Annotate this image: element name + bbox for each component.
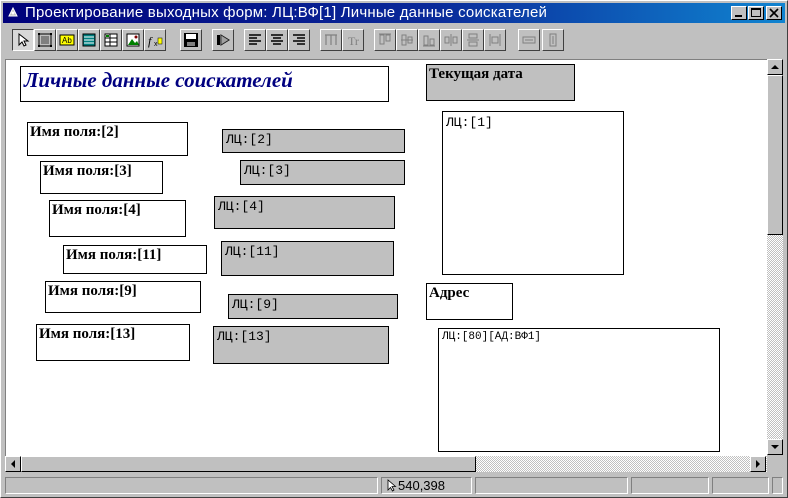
vertical-scroll-thumb[interactable] (767, 75, 783, 235)
arrow-down-icon (771, 445, 779, 449)
status-panel-4 (631, 477, 709, 494)
format-button[interactable] (320, 29, 342, 51)
frame-tool-button[interactable] (34, 29, 56, 51)
save-button[interactable] (180, 29, 202, 51)
align-center-button[interactable] (266, 29, 288, 51)
field-value-4[interactable]: ЛЦ:[4] (214, 196, 395, 229)
arrow-left-icon (11, 460, 15, 468)
window-title: Проектирование выходных форм: ЛЦ:ВФ[1] Л… (25, 4, 548, 21)
maximize-icon (751, 8, 761, 17)
formula-icon: fx (148, 34, 163, 48)
next-button[interactable] (212, 29, 234, 51)
scroll-right-button[interactable] (750, 456, 766, 472)
next-icon (217, 34, 230, 46)
pointer-icon (18, 32, 30, 47)
table-icon (104, 33, 118, 47)
minimize-icon (735, 15, 742, 17)
align-bottom-button[interactable] (418, 29, 440, 51)
formula-tool-button[interactable]: fx (144, 29, 166, 51)
label-icon: Ab (59, 34, 75, 46)
field-value-9[interactable]: ЛЦ:[9] (228, 294, 398, 319)
status-panel-main (5, 477, 378, 494)
horizontal-scrollbar[interactable] (5, 456, 767, 472)
equal-space-button[interactable] (484, 29, 506, 51)
distribute-v-button[interactable] (462, 29, 484, 51)
text-disabled-icon: Tr (348, 34, 359, 48)
align-right-icon (293, 34, 305, 45)
svg-text:Ab: Ab (62, 36, 72, 45)
equal-space-disabled-icon (489, 34, 501, 46)
photo-field[interactable]: ЛЦ:[1] (442, 111, 624, 275)
close-button[interactable] (766, 6, 782, 20)
title-bar[interactable]: Проектирование выходных форм: ЛЦ:ВФ[1] Л… (3, 3, 785, 23)
field-value-13[interactable]: ЛЦ:[13] (213, 326, 389, 364)
status-panel-3 (475, 477, 628, 494)
svg-text:f: f (148, 34, 153, 48)
list-icon (82, 33, 96, 47)
format-disabled-icon (325, 34, 337, 45)
svg-text:x: x (154, 41, 158, 48)
pointer-tool-button[interactable] (12, 29, 34, 51)
status-bar: 540,398 (3, 475, 785, 496)
same-width-disabled-icon (522, 36, 536, 44)
app-icon (8, 6, 18, 17)
arrow-up-icon (771, 65, 779, 69)
field-value-2[interactable]: ЛЦ:[2] (222, 129, 405, 153)
field-value-3[interactable]: ЛЦ:[3] (240, 160, 405, 185)
label-tool-button[interactable]: Ab (56, 29, 78, 51)
vertical-scrollbar[interactable] (767, 59, 783, 455)
status-coords: 540,398 (398, 478, 445, 493)
scroll-left-button[interactable] (5, 456, 21, 472)
align-middle-disabled-icon (401, 34, 413, 46)
field-label-3[interactable]: Имя поля:[3] (40, 161, 163, 194)
save-icon (184, 33, 198, 47)
align-middle-button[interactable] (396, 29, 418, 51)
field-label-2[interactable]: Имя поля:[2] (27, 122, 188, 156)
svg-text:Tr: Tr (348, 34, 359, 48)
align-left-button[interactable] (244, 29, 266, 51)
align-center-icon (271, 34, 283, 45)
image-tool-button[interactable] (122, 29, 144, 51)
maximize-button[interactable] (748, 6, 764, 20)
status-panel-coords: 540,398 (381, 477, 472, 494)
field-label-9[interactable]: Имя поля:[9] (45, 281, 201, 313)
horizontal-scroll-thumb[interactable] (21, 456, 476, 472)
align-top-button[interactable] (374, 29, 396, 51)
arrow-right-icon (756, 460, 760, 468)
align-right-button[interactable] (288, 29, 310, 51)
distribute-v-disabled-icon (467, 33, 479, 47)
address-field[interactable]: ЛЦ:[80][АД:ВФ1] (438, 328, 720, 452)
form-title-field[interactable]: Личные данные соискателей (20, 66, 389, 102)
cursor-icon (387, 479, 397, 492)
design-canvas[interactable]: Личные данные соискателей Текущая дата И… (5, 59, 767, 456)
field-label-13[interactable]: Имя поля:[13] (36, 324, 190, 361)
scroll-down-button[interactable] (767, 439, 783, 455)
field-label-11[interactable]: Имя поля:[11] (63, 245, 207, 274)
toolbar: Ab fx Tr (3, 25, 785, 57)
align-top-disabled-icon (379, 33, 391, 45)
status-panel-5 (712, 477, 769, 494)
address-label[interactable]: Адрес (426, 283, 513, 320)
same-height-button[interactable] (542, 29, 564, 51)
align-left-icon (249, 34, 261, 45)
text-button[interactable]: Tr (342, 29, 364, 51)
current-date-field[interactable]: Текущая дата (426, 64, 575, 101)
minimize-button[interactable] (731, 6, 747, 20)
scroll-up-button[interactable] (767, 59, 783, 75)
designer-window: Проектирование выходных форм: ЛЦ:ВФ[1] Л… (0, 0, 788, 498)
distribute-h-button[interactable] (440, 29, 462, 51)
same-width-button[interactable] (518, 29, 540, 51)
distribute-h-disabled-icon (444, 34, 458, 46)
field-value-11[interactable]: ЛЦ:[11] (221, 241, 394, 276)
frame-icon (38, 33, 52, 47)
status-panel-6 (772, 477, 783, 494)
align-bottom-disabled-icon (423, 35, 435, 47)
table-tool-button[interactable] (100, 29, 122, 51)
image-icon (126, 33, 140, 47)
list-tool-button[interactable] (78, 29, 100, 51)
field-label-4[interactable]: Имя поля:[4] (49, 200, 186, 237)
scroll-corner (767, 456, 783, 472)
same-height-disabled-icon (549, 33, 557, 47)
close-icon (769, 8, 779, 18)
